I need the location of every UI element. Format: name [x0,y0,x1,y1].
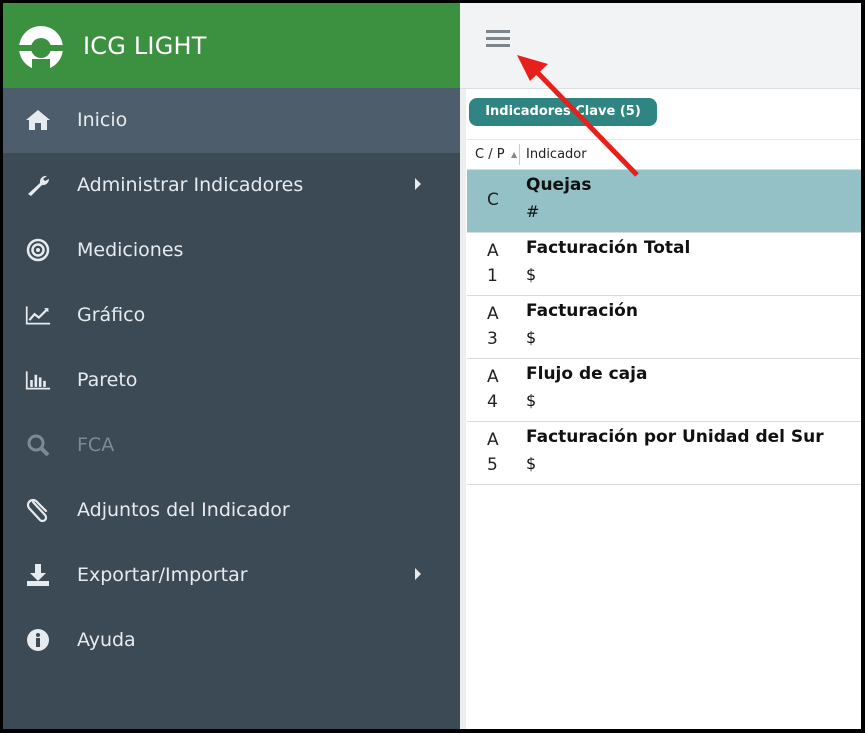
sidebar-item-inicio[interactable]: Inicio [3,88,460,153]
sidebar-item-label: Pareto [77,369,138,391]
sidebar-item-label: FCA [77,434,115,456]
table-row[interactable]: A 5 Facturación por Unidad del Sur $ [467,422,861,485]
indicator-unit: $ [526,454,537,473]
cp-value: A [487,241,499,261]
column-header-cp[interactable]: C / P [475,147,505,162]
bar-chart-icon [25,371,51,390]
sidebar-item-label: Inicio [77,109,128,131]
column-header-indicator[interactable]: Indicador [526,147,587,162]
indicator-name: Flujo de caja [526,364,648,384]
indicator-name: Facturación Total [526,238,691,258]
sidebar-item-ayuda[interactable]: Ayuda [3,608,460,673]
sidebar-item-label: Ayuda [77,629,136,651]
sidebar-item-label: Gráfico [77,304,146,326]
tab-indicadores-clave[interactable]: Indicadores Clave (5) [469,98,657,126]
sidebar-item-adjuntos[interactable]: Adjuntos del Indicador [3,478,460,543]
cp-value: A [487,367,499,387]
line-chart-icon [25,306,51,325]
info-icon [27,629,49,651]
home-icon [26,110,50,130]
sidebar-item-grafico[interactable]: Gráfico [3,283,460,348]
target-icon [26,238,50,262]
table-row[interactable]: A 3 Facturación $ [467,296,861,359]
brand-header: ICG LIGHT [3,3,460,88]
sidebar: ICG LIGHT Inicio Administrar Indicadores [3,3,460,729]
search-icon [27,434,50,457]
cp-value: A [487,304,499,324]
caret-right-icon [415,568,421,580]
indicator-table: C / P ▲ Indicador C Quejas # A 1 Factura… [467,139,861,485]
indicator-unit: $ [526,328,537,347]
indicator-unit: # [526,202,540,221]
sidebar-item-label: Exportar/Importar [77,564,248,586]
sort-icon[interactable]: ▲ [511,150,517,159]
sidebar-item-pareto[interactable]: Pareto [3,348,460,413]
priority-value: 1 [487,266,498,286]
sidebar-nav: Inicio Administrar Indicadores Medicione… [3,88,460,673]
indicator-name: Facturación [526,301,638,321]
top-bar [460,3,861,89]
wrench-icon [28,175,50,196]
sidebar-item-label: Adjuntos del Indicador [77,499,290,521]
content-gutter [460,89,466,729]
sidebar-item-label: Administrar Indicadores [77,174,304,196]
column-separator [519,144,520,165]
priority-value: 5 [487,455,498,475]
sidebar-item-mediciones[interactable]: Mediciones [3,218,460,283]
caret-right-icon [415,178,421,190]
app-title: ICG LIGHT [83,32,207,60]
cp-value: A [487,430,499,450]
download-icon [27,564,49,586]
sidebar-item-fca: FCA [3,413,460,478]
sidebar-item-exportar-importar[interactable]: Exportar/Importar [3,543,460,608]
indicator-name: Facturación por Unidad del Sur [526,427,824,447]
priority-value: 3 [487,329,498,349]
sidebar-item-label: Mediciones [77,239,184,261]
paperclip-icon [26,498,48,522]
sidebar-item-administrar-indicadores[interactable]: Administrar Indicadores [3,153,460,218]
indicator-unit: $ [526,265,537,284]
priority-value: 4 [487,392,498,412]
table-header: C / P ▲ Indicador [467,139,861,170]
table-row[interactable]: A 1 Facturación Total $ [467,233,861,296]
logo-icon [18,26,64,71]
table-row[interactable]: C Quejas # [467,170,861,233]
table-row[interactable]: A 4 Flujo de caja $ [467,359,861,422]
cp-value: C [487,190,499,210]
indicator-unit: $ [526,391,537,410]
indicator-name: Quejas [526,175,592,195]
hamburger-icon[interactable] [486,30,510,50]
